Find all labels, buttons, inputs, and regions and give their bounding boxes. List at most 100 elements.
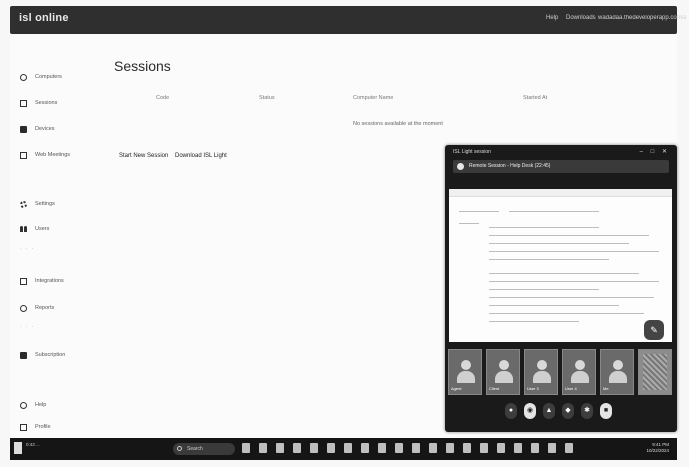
participant-tile[interactable]: User 3 xyxy=(524,349,558,395)
sidebar-item-devices[interactable]: Devices xyxy=(20,122,55,136)
app-icon[interactable] xyxy=(412,443,420,453)
avatar xyxy=(461,360,471,370)
participant-name: Client xyxy=(489,386,500,391)
app-icon[interactable] xyxy=(259,443,267,453)
help-icon xyxy=(20,401,27,409)
sidebar-item-reports[interactable]: Reports xyxy=(20,301,54,315)
sidebar: Computers Sessions Devices Web Meetings … xyxy=(10,34,100,438)
app-icon[interactable] xyxy=(531,443,539,453)
users-icon xyxy=(20,225,27,233)
sidebar-item-web-meetings[interactable]: Web Meetings xyxy=(20,148,70,162)
remote-toolbar xyxy=(449,189,672,197)
empty-state-text: No sessions available at the moment xyxy=(353,121,443,127)
taskbar-search-placeholder: Search xyxy=(187,446,203,452)
device-icon xyxy=(20,125,27,133)
sidebar-item-label: Integrations xyxy=(35,278,64,284)
camera-icon[interactable]: ◉ xyxy=(524,403,536,419)
share-icon[interactable]: ▲ xyxy=(543,403,555,419)
participant-tile[interactable]: Me xyxy=(600,349,634,395)
system-tray[interactable]: 9:41 PM 10/22/2024 xyxy=(646,442,669,454)
card-icon xyxy=(20,351,27,359)
mic-icon[interactable]: ● xyxy=(505,403,517,419)
sidebar-item-label: Reports xyxy=(35,305,55,311)
participant-tiles: Agent Client User 3 User 4 Me xyxy=(448,349,674,395)
top-bar: isl online Help Downloads wadadaa.thedev… xyxy=(10,6,686,34)
sidebar-item-sessions[interactable]: Sessions xyxy=(20,96,57,110)
app-icon[interactable] xyxy=(361,443,369,453)
status-icon xyxy=(457,163,464,170)
sidebar-item-help[interactable]: Help xyxy=(20,398,46,412)
start-session-button[interactable]: Start New Session xyxy=(119,153,168,159)
start-icon[interactable] xyxy=(14,442,22,454)
participant-name: User 3 xyxy=(527,386,539,391)
taskbar-search[interactable]: Search xyxy=(173,443,235,455)
download-button[interactable]: Download ISL Light xyxy=(175,153,227,159)
participant-tile[interactable]: User 4 xyxy=(562,349,596,395)
avatar xyxy=(575,360,585,370)
sidebar-divider: · · · xyxy=(20,324,35,330)
sidebar-item-settings[interactable]: Settings xyxy=(20,197,55,211)
screen-icon xyxy=(20,99,27,107)
chat-fab-icon[interactable]: ✎ xyxy=(644,320,664,340)
column-header-computer[interactable]: Computer Name xyxy=(353,95,393,101)
app-logo[interactable]: isl online xyxy=(19,12,69,24)
participant-tile-screen[interactable] xyxy=(638,349,672,395)
app-icon[interactable] xyxy=(378,443,386,453)
sidebar-item-computers[interactable]: Computers xyxy=(20,70,62,84)
participant-tile[interactable]: Agent xyxy=(448,349,482,395)
column-header-code[interactable]: Code xyxy=(156,95,169,101)
sidebar-item-label: Profile xyxy=(35,424,51,430)
search-icon xyxy=(177,446,182,451)
app-icon[interactable] xyxy=(429,443,437,453)
sidebar-item-label: Web Meetings xyxy=(35,152,71,158)
column-header-started[interactable]: Started At xyxy=(523,95,547,101)
session-banner-text: Remote Session - Help Desk (22:45) xyxy=(469,163,551,169)
downloads-link[interactable]: Downloads xyxy=(566,15,596,21)
app-icon[interactable] xyxy=(327,443,335,453)
app-icon[interactable] xyxy=(293,443,301,453)
sidebar-item-label: Sessions xyxy=(35,100,58,106)
participant-name: Agent xyxy=(451,386,462,391)
app-icon[interactable] xyxy=(242,443,250,453)
report-icon xyxy=(20,304,27,312)
help-link[interactable]: Help xyxy=(546,15,558,21)
sidebar-item-profile[interactable]: Profile xyxy=(20,420,51,434)
plug-icon xyxy=(20,277,27,285)
chat-icon[interactable]: ◆ xyxy=(562,403,574,419)
avatar xyxy=(613,360,623,370)
remote-session-window[interactable]: ISL Light session – □ ✕ Remote Session -… xyxy=(445,145,677,432)
sidebar-item-label: Subscription xyxy=(35,352,66,358)
sidebar-item-users[interactable]: Users xyxy=(20,222,49,236)
avatar xyxy=(499,360,509,370)
sidebar-item-subscription[interactable]: Subscription xyxy=(20,348,65,362)
sidebar-item-integrations[interactable]: Integrations xyxy=(20,274,64,288)
app-icon[interactable] xyxy=(395,443,403,453)
remote-screen-view[interactable] xyxy=(449,189,672,342)
window-controls[interactable]: – □ ✕ xyxy=(640,148,670,155)
app-icon[interactable] xyxy=(446,443,454,453)
app-icon[interactable] xyxy=(276,443,284,453)
taskbar-weather: 0:43 ... xyxy=(26,442,40,447)
settings-icon[interactable]: ✱ xyxy=(581,403,593,419)
app-icon[interactable] xyxy=(463,443,471,453)
app-icon[interactable] xyxy=(310,443,318,453)
session-banner: Remote Session - Help Desk (22:45) xyxy=(453,160,669,173)
app-icon[interactable] xyxy=(548,443,556,453)
taskbar: 0:43 ... Search 9:41 PM 10/22/2024 xyxy=(10,438,677,460)
account-link[interactable]: wadadaa.thedeveloperapp.com/admin xyxy=(598,15,686,21)
avatar xyxy=(537,360,547,370)
call-controls: ● ◉ ▲ ◆ ✱ ■ xyxy=(505,403,612,419)
app-icon[interactable] xyxy=(480,443,488,453)
taskbar-apps xyxy=(242,443,573,453)
app-icon[interactable] xyxy=(514,443,522,453)
app-icon[interactable] xyxy=(565,443,573,453)
participant-tile[interactable]: Client xyxy=(486,349,520,395)
meeting-icon xyxy=(20,151,27,159)
sidebar-item-label: Computers xyxy=(35,74,62,80)
app-icon[interactable] xyxy=(344,443,352,453)
remote-window-title: ISL Light session xyxy=(453,149,491,155)
end-icon[interactable]: ■ xyxy=(600,403,612,419)
sidebar-divider: · · · xyxy=(20,246,35,252)
app-icon[interactable] xyxy=(497,443,505,453)
column-header-status[interactable]: Status xyxy=(259,95,275,101)
